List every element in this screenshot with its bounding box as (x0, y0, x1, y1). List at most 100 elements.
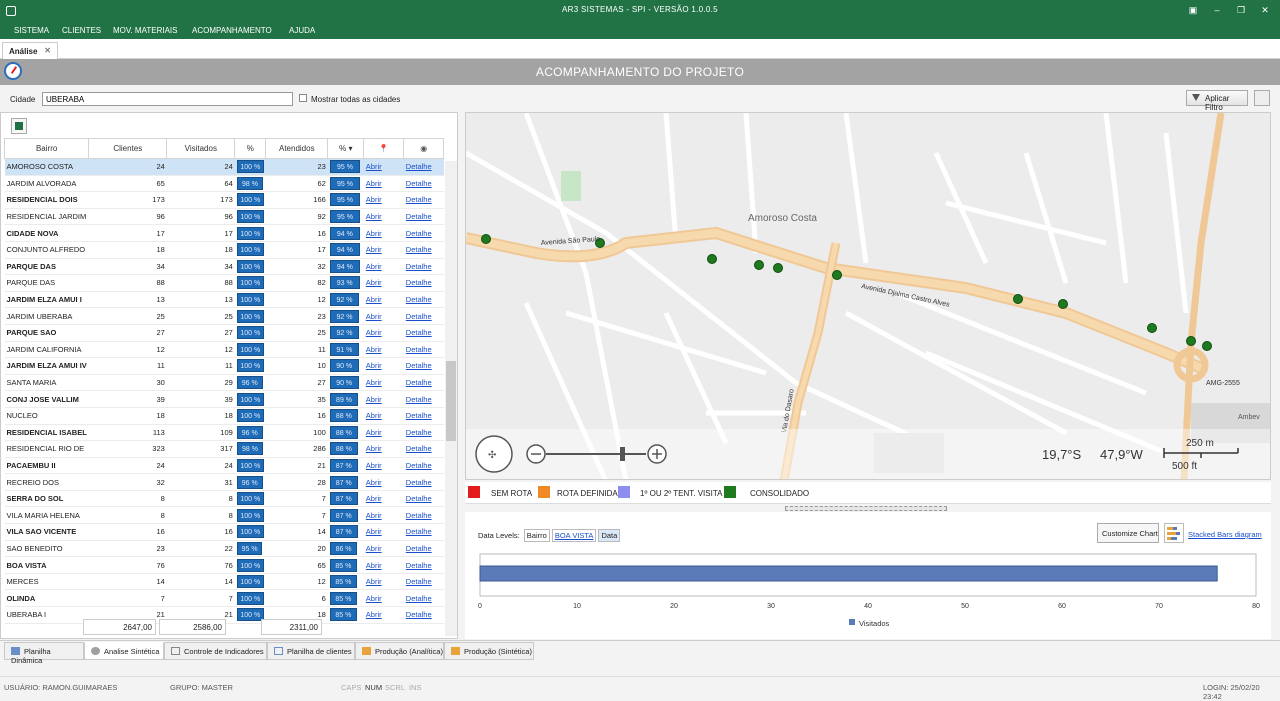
detail-link[interactable]: Detalhe (403, 390, 444, 408)
open-link[interactable]: Abrir (363, 241, 404, 259)
table-row[interactable]: RESIDENCIAL JARDIM 96 96 100 % 92 95 % Abrir De… (4, 208, 444, 226)
table-row[interactable]: AMOROSO COSTA 24 24 100 % 23 95 % Abrir Detalhe (4, 158, 444, 176)
tab-planilha-clientes[interactable]: Planilha de clientes (267, 642, 355, 660)
col-header-clientes[interactable]: Clientes (88, 138, 168, 159)
open-link[interactable]: Abrir (363, 258, 404, 276)
detail-link[interactable]: Detalhe (403, 490, 444, 508)
detail-link[interactable]: Detalhe (403, 291, 444, 309)
table-row[interactable]: RESIDENCIAL RIO DE 323 317 98 % 286 88 % Abrir… (4, 440, 444, 458)
open-link[interactable]: Abrir (363, 274, 404, 292)
close-button[interactable]: ✕ (1256, 3, 1274, 17)
menu-mov-materiais[interactable]: MOV. MATERIAIS (113, 26, 177, 35)
chart-bar[interactable] (479, 565, 1218, 582)
detail-link[interactable]: Detalhe (403, 424, 444, 442)
grid-scrollbar[interactable] (445, 161, 457, 636)
open-link[interactable]: Abrir (363, 357, 404, 375)
open-link[interactable]: Abrir (363, 208, 404, 226)
zoom-slider-thumb[interactable] (620, 447, 625, 461)
open-link[interactable]: Abrir (363, 224, 404, 242)
customize-chart-button[interactable]: Customize Chart (1097, 523, 1159, 543)
open-link[interactable]: Abrir (363, 175, 404, 193)
open-link[interactable]: Abrir (363, 540, 404, 558)
level-bairro[interactable]: Bairro (523, 529, 550, 542)
open-link[interactable]: Abrir (363, 291, 404, 309)
open-link[interactable]: Abrir (363, 191, 404, 209)
table-row[interactable]: SANTA MARIA 30 29 96 % 27 90 % Abrir Detalhe (4, 374, 444, 392)
detail-link[interactable]: Detalhe (403, 158, 444, 176)
open-link[interactable]: Abrir (363, 589, 404, 608)
pan-arrows-icon[interactable]: ✣ (488, 450, 496, 461)
level-boa-vista[interactable]: BOA VISTA (551, 529, 597, 542)
map-pin-consolidado[interactable] (481, 234, 491, 244)
restore-layout-icon[interactable]: ▣ (1184, 3, 1202, 17)
table-row[interactable]: RECREIO DOS 32 31 96 % 28 87 % Abrir Detalhe (4, 473, 444, 491)
table-row[interactable]: OLINDA 7 7 100 % 6 85 % Abrir Detalhe (4, 589, 444, 608)
open-link[interactable]: Abrir (363, 606, 404, 624)
detail-link[interactable]: Detalhe (403, 241, 444, 259)
detail-link[interactable]: Detalhe (403, 606, 444, 624)
table-row[interactable]: CIDADE NOVA 17 17 100 % 16 94 % Abrir Detalhe (4, 224, 444, 242)
open-link[interactable]: Abrir (363, 341, 404, 359)
open-link[interactable]: Abrir (363, 573, 404, 591)
detail-link[interactable]: Detalhe (403, 457, 444, 475)
col-header-pct-atendidos[interactable]: % ▾ (327, 138, 365, 159)
col-header-map-pin-icon[interactable]: 📍 (363, 138, 405, 159)
open-link[interactable]: Abrir (363, 407, 404, 425)
open-link[interactable]: Abrir (363, 523, 404, 541)
table-row[interactable]: PARQUE DAS 34 34 100 % 32 94 % Abrir Detalhe (4, 258, 444, 276)
map-pin-consolidado[interactable] (1013, 294, 1023, 304)
table-row[interactable]: PARQUE SAO 27 27 100 % 25 92 % Abrir Detalhe (4, 324, 444, 342)
map-pin-consolidado[interactable] (707, 254, 717, 264)
map-pin-consolidado[interactable] (1186, 336, 1196, 346)
show-all-cities-checkbox[interactable] (299, 94, 307, 102)
tab-analise-sintetica[interactable]: Analise Sintética (84, 642, 164, 660)
detail-link[interactable]: Detalhe (403, 274, 444, 292)
stacked-bars-link[interactable]: Stacked Bars diagram (1188, 530, 1262, 539)
map-pin-consolidado[interactable] (1202, 341, 1212, 351)
detail-link[interactable]: Detalhe (403, 506, 444, 525)
table-row[interactable]: PACAEMBU II 24 24 100 % 21 87 % Abrir Detalhe (4, 457, 444, 475)
map-pin-consolidado[interactable] (1147, 323, 1157, 333)
detail-link[interactable]: Detalhe (403, 407, 444, 425)
open-link[interactable]: Abrir (363, 307, 404, 325)
col-header-atendidos[interactable]: Atendidos (265, 138, 329, 159)
table-row[interactable]: SERRA DO SOL 8 8 100 % 7 87 % Abrir Detalhe (4, 490, 444, 508)
map-canvas[interactable]: Amoroso Costa Avenida Djalma Castro Alve… (466, 113, 1271, 480)
open-link[interactable]: Abrir (363, 490, 404, 508)
table-row[interactable]: JARDIM ALVORADA 65 64 98 % 62 95 % Abrir Detalh… (4, 175, 444, 193)
open-link[interactable]: Abrir (363, 457, 404, 475)
table-row[interactable]: RESIDENCIAL ISABEL 113 109 96 % 100 88 % Abrir… (4, 424, 444, 442)
maximize-button[interactable]: ❐ (1232, 3, 1250, 17)
map-view[interactable]: Amoroso Costa Avenida Djalma Castro Alve… (465, 112, 1271, 480)
panel-splitter[interactable] (785, 506, 947, 511)
table-row[interactable]: NUCLEO 18 18 100 % 16 88 % Abrir Detalhe (4, 407, 444, 425)
detail-link[interactable]: Detalhe (403, 589, 444, 608)
col-header-pct-visitados[interactable]: % (234, 138, 267, 159)
tab-analise[interactable]: Análise ✕ (2, 42, 58, 59)
detail-link[interactable]: Detalhe (403, 523, 444, 541)
table-row[interactable]: JARDIM ELZA AMUI IV 11 11 100 % 10 90 % Abrir D… (4, 357, 444, 375)
detail-link[interactable]: Detalhe (403, 258, 444, 276)
menu-sistema[interactable]: SISTEMA (14, 26, 49, 35)
table-row[interactable]: BOA VISTA 76 76 100 % 65 85 % Abrir Detalhe (4, 556, 444, 574)
table-row[interactable]: JARDIM ELZA AMUI I 13 13 100 % 12 92 % Abrir De… (4, 291, 444, 309)
excel-export-icon[interactable] (11, 118, 27, 134)
menu-ajuda[interactable]: AJUDA (289, 26, 315, 35)
tab-producao-analitica[interactable]: Produção (Analítica) (355, 642, 444, 660)
open-link[interactable]: Abrir (363, 440, 404, 458)
detail-link[interactable]: Detalhe (403, 324, 444, 342)
col-header-eye-icon[interactable]: ◉ (403, 138, 445, 159)
map-pin-consolidado[interactable] (1058, 299, 1068, 309)
open-link[interactable]: Abrir (363, 390, 404, 408)
apply-filter-button[interactable]: Aplicar Filtro (1186, 90, 1248, 112)
map-pin-consolidado[interactable] (754, 260, 764, 270)
detail-link[interactable]: Detalhe (403, 357, 444, 375)
map-pin-consolidado[interactable] (773, 263, 783, 273)
table-row[interactable]: RESIDENCIAL DOIS 173 173 100 % 166 95 % Abrir D… (4, 191, 444, 209)
detail-link[interactable]: Detalhe (403, 374, 444, 392)
table-row[interactable]: PARQUE DAS 88 88 100 % 82 93 % Abrir Detalhe (4, 274, 444, 292)
detail-link[interactable]: Detalhe (403, 175, 444, 193)
open-link[interactable]: Abrir (363, 506, 404, 525)
menu-acompanhamento[interactable]: ACOMPANHAMENTO (192, 26, 272, 35)
open-link[interactable]: Abrir (363, 556, 404, 574)
